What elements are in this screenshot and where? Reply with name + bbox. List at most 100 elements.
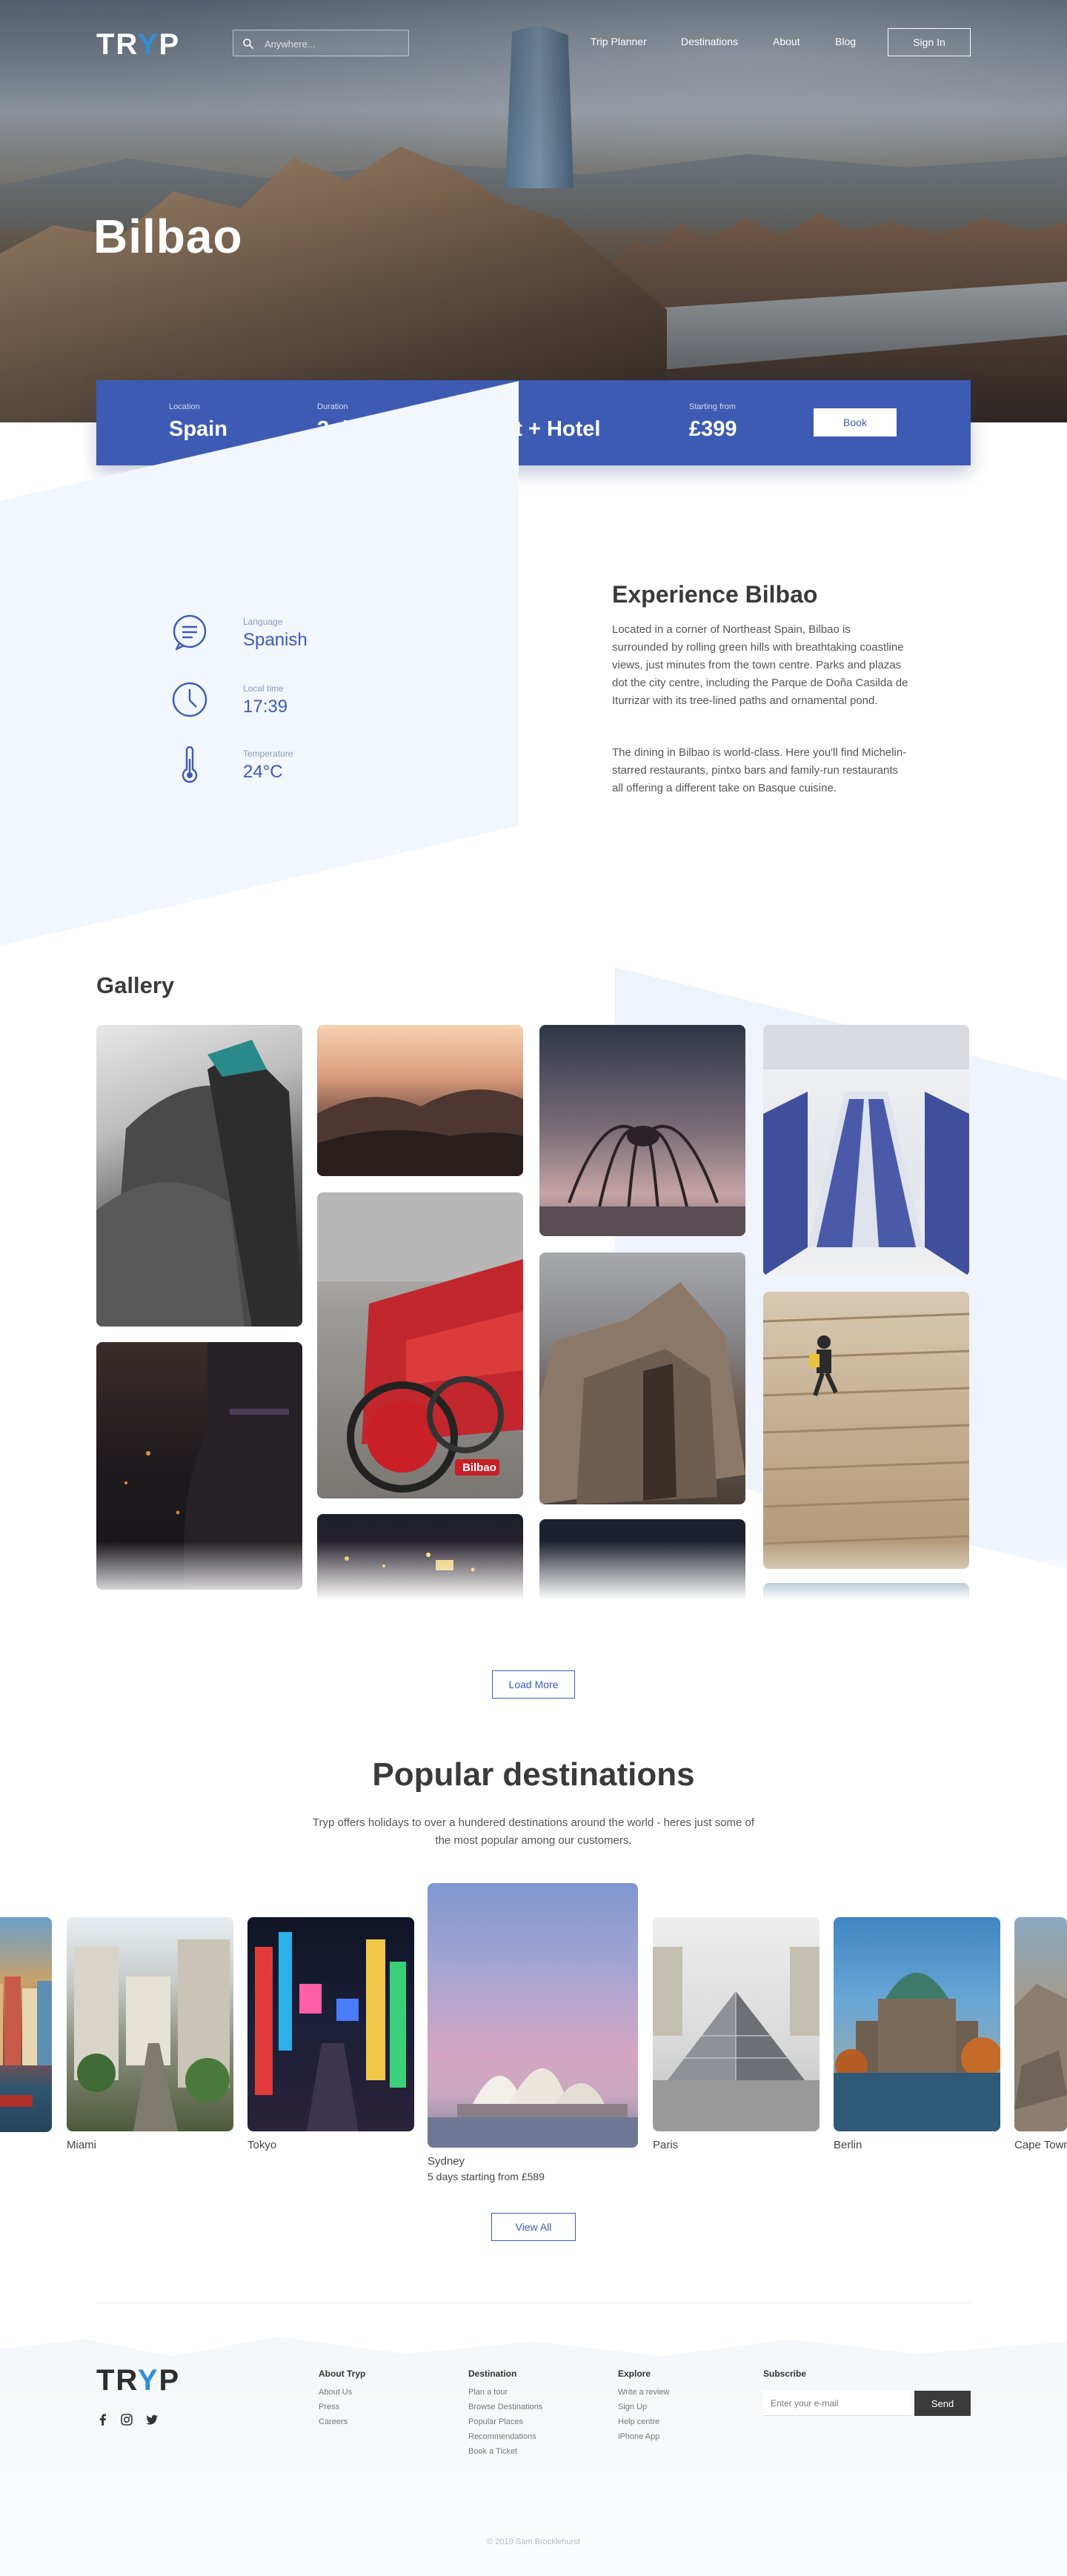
experience-title: Experience Bilbao — [612, 581, 818, 608]
instagram-icon[interactable] — [120, 2413, 133, 2426]
temperature-label: Temperature — [243, 748, 293, 759]
search-box[interactable] — [233, 30, 409, 56]
nav-destinations[interactable]: Destinations — [681, 36, 738, 47]
site-logo[interactable]: TRYP — [96, 28, 180, 62]
sign-in-button[interactable]: Sign In — [888, 28, 971, 56]
gallery-image-bikes[interactable]: Bilbao — [317, 1192, 523, 1498]
escalators-graphic — [763, 1025, 969, 1276]
nav-about[interactable]: About — [773, 36, 800, 47]
gallery-image-museum-detail[interactable] — [96, 1025, 302, 1327]
hero-banner: TRYP Trip Planner Destinations About Blo… — [0, 0, 1067, 422]
copyright: © 2019 Sam Brocklehurst — [487, 2537, 580, 2546]
send-button[interactable]: Send — [914, 2391, 971, 2416]
footer-link-about-us[interactable]: About Us — [319, 2388, 352, 2397]
footer-link-write-review[interactable]: Write a review — [618, 2388, 669, 2397]
facebook-icon[interactable] — [96, 2413, 110, 2426]
trip-price-label: Starting from — [689, 402, 736, 411]
book-button[interactable]: Book — [814, 408, 897, 436]
footer-link-press[interactable]: Press — [319, 2403, 339, 2411]
destination-card-partial-left[interactable] — [0, 1917, 52, 2132]
footer-link-browse-destinations[interactable]: Browse Destinations — [468, 2403, 542, 2411]
search-input[interactable] — [265, 36, 402, 51]
gallery-image-spider-sculpture[interactable] — [539, 1025, 745, 1236]
destination-name-berlin: Berlin — [834, 2139, 862, 2151]
trip-duration-label: Duration — [317, 402, 348, 411]
destination-name-miami: Miami — [67, 2139, 96, 2151]
footer-link-sign-up[interactable]: Sign Up — [618, 2403, 647, 2411]
page-title: Bilbao — [93, 210, 243, 263]
footer-link-iphone-app[interactable]: iPhone App — [618, 2432, 659, 2441]
destination-name-cape-town: Cape Town — [1014, 2139, 1067, 2151]
thermometer-icon — [182, 746, 198, 783]
destination-photo-tokyo — [247, 1917, 414, 2131]
cape-town-graphic — [1014, 1984, 1067, 2131]
destination-name-sydney: Sydney — [428, 2155, 465, 2168]
sydney-price: 5 days starting from £589 — [428, 2171, 545, 2182]
twitter-icon[interactable] — [145, 2413, 159, 2426]
gallery-image-stairs[interactable] — [763, 1292, 969, 1569]
tokyo-neon-graphic — [255, 1932, 406, 2131]
destination-photo-miami — [67, 1917, 233, 2131]
popular-title: Popular destinations — [372, 1756, 695, 1793]
logo-accent-letter: Y — [137, 2364, 159, 2397]
destination-photo-sydney — [428, 1883, 638, 2148]
mountains-graphic — [317, 1089, 523, 1176]
destination-photo — [0, 1917, 52, 2132]
opera-house-graphic — [428, 2068, 638, 2148]
footer-subscribe-title: Subscribe — [763, 2368, 807, 2379]
harbor-graphic — [0, 1976, 52, 2107]
destination-name-tokyo: Tokyo — [247, 2139, 277, 2151]
language-label: Language — [243, 617, 283, 627]
trip-location-value: Spain — [169, 417, 227, 441]
speech-bubble-icon — [173, 614, 207, 651]
gallery-image-mountains-sunset[interactable] — [317, 1025, 523, 1176]
gallery-title: Gallery — [96, 972, 175, 998]
gallery-image-escalators[interactable] — [763, 1025, 969, 1276]
experience-paragraph-2: The dining in Bilbao is world-class. Her… — [612, 746, 907, 794]
footer-link-popular-places[interactable]: Popular Places — [468, 2417, 523, 2426]
footer-about-title: About Tryp — [319, 2368, 366, 2379]
trip-price-value: £399 — [689, 417, 737, 441]
popular-subtitle: Tryp offers holidays to over a hundered … — [312, 1816, 755, 1847]
museum-curves-graphic — [96, 1040, 302, 1327]
footer-link-careers[interactable]: Careers — [319, 2417, 348, 2426]
stairs-graphic — [763, 1312, 969, 1545]
local-time-value: 17:39 — [243, 697, 288, 717]
footer-logo[interactable]: TRYP — [96, 2364, 180, 2397]
trip-price: Starting from £399 — [689, 402, 737, 442]
destination-photo-cape-town — [1014, 1917, 1067, 2131]
info-background-shape — [0, 381, 519, 952]
footer-link-help-centre[interactable]: Help centre — [618, 2417, 659, 2426]
spider-sculpture-graphic — [539, 1124, 745, 1236]
bike-brand-label: Bilbao — [462, 1461, 496, 1474]
nav-blog[interactable]: Blog — [835, 36, 856, 47]
view-all-button[interactable]: View All — [491, 2213, 576, 2241]
trip-location-label: Location — [169, 402, 200, 411]
experience-paragraph-1: Located in a corner of Northeast Spain, … — [612, 623, 908, 707]
destination-photo-berlin — [834, 1917, 1000, 2131]
bikes-graphic: Bilbao — [317, 1192, 523, 1493]
berlin-cathedral-graphic — [834, 1973, 1000, 2131]
footer-link-plan-tour[interactable]: Plan a tour — [468, 2388, 508, 2397]
footer-link-recommendations[interactable]: Recommendations — [468, 2432, 536, 2441]
footer-link-book-ticket[interactable]: Book a Ticket — [468, 2447, 517, 2456]
trip-location: Location Spain — [169, 402, 227, 442]
logo-accent-letter: Y — [137, 28, 159, 61]
gallery-fade — [0, 1541, 1067, 1623]
search-icon — [243, 39, 254, 50]
destination-name-paris: Paris — [653, 2139, 679, 2151]
local-time-label: Local time — [243, 683, 284, 694]
louvre-pyramid-graphic — [653, 1947, 820, 2131]
email-field[interactable] — [763, 2391, 911, 2416]
footer-explore-title: Explore — [618, 2368, 651, 2379]
destination-photo-paris — [653, 1917, 820, 2131]
gallery-image-museum-facade[interactable] — [539, 1252, 745, 1504]
load-more-button[interactable]: Load More — [492, 1670, 575, 1699]
footer-destination-title: Destination — [468, 2368, 517, 2379]
museum-facade-graphic — [539, 1282, 745, 1504]
nav-trip-planner[interactable]: Trip Planner — [591, 36, 647, 47]
miami-street-graphic — [74, 1939, 230, 2131]
temperature-value: 24°C — [243, 762, 283, 782]
clock-icon — [172, 682, 207, 717]
language-value: Spanish — [243, 630, 308, 650]
